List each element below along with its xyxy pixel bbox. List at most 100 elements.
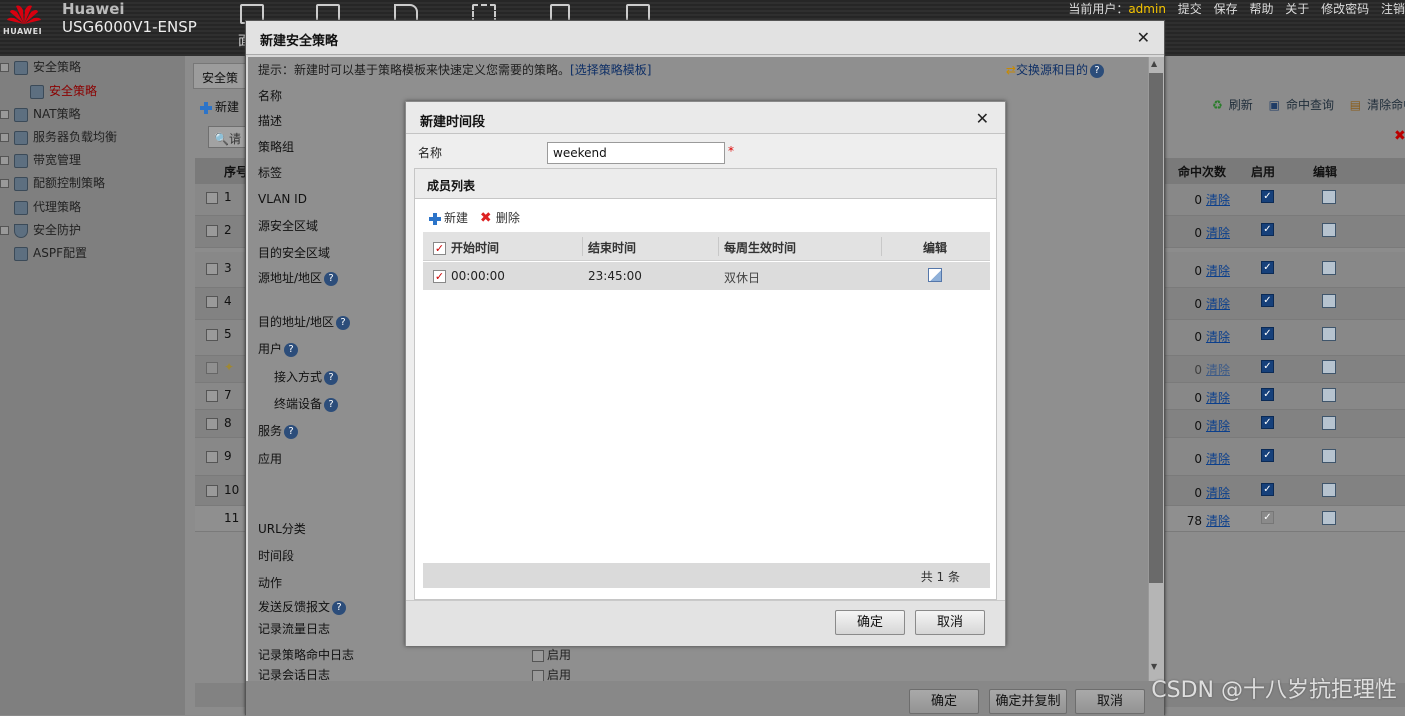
scroll-up-icon[interactable]: ▲ — [1151, 59, 1157, 68]
new-policy-button[interactable]: 新建 — [200, 98, 239, 115]
row-checkbox[interactable] — [206, 191, 218, 204]
edit-icon[interactable] — [1322, 511, 1336, 525]
expand-icon[interactable] — [0, 156, 9, 165]
ok-button[interactable]: 确定 — [835, 610, 905, 635]
time-name-input[interactable]: weekend — [547, 142, 725, 164]
sidebar-item-aspf[interactable]: ASPF配置 — [14, 242, 87, 264]
expand-icon[interactable] — [0, 226, 9, 235]
enabled-checkbox[interactable]: ✓ — [1261, 261, 1274, 274]
row-checkbox[interactable] — [206, 262, 218, 275]
enabled-checkbox[interactable]: ✓ — [1261, 294, 1274, 307]
help-icon[interactable]: ? — [284, 424, 299, 439]
sidebar-item-security-policy-sub[interactable]: 安全策略 — [30, 80, 97, 102]
enable-checkbox[interactable] — [532, 669, 544, 681]
row-checkbox[interactable] — [206, 417, 218, 430]
row-checkbox[interactable] — [206, 224, 218, 237]
clear-hits-link[interactable]: 清除 — [1206, 264, 1230, 278]
clear-hits-link[interactable]: 清除 — [1206, 226, 1230, 240]
clear-hits-link[interactable]: 清除 — [1206, 452, 1230, 466]
enabled-checkbox[interactable]: ✓ — [1261, 223, 1274, 236]
edit-icon[interactable] — [1322, 388, 1336, 402]
collapse-icon[interactable] — [0, 63, 9, 72]
row-checkbox[interactable] — [206, 361, 218, 374]
help-icon[interactable]: ? — [284, 342, 299, 357]
select-all-checkbox[interactable]: ✓ — [433, 242, 446, 255]
edit-icon[interactable] — [1322, 223, 1336, 237]
about-link[interactable]: 关于 — [1285, 2, 1309, 16]
enabled-checkbox[interactable]: ✓ — [1261, 388, 1274, 401]
row-checkbox[interactable]: ✓ — [433, 270, 446, 283]
close-icon[interactable]: ✕ — [1137, 28, 1150, 47]
edit-icon[interactable] — [1322, 483, 1336, 497]
add-member-button[interactable]: 新建 — [429, 211, 468, 225]
sidebar-item-nat[interactable]: NAT策略 — [0, 103, 81, 125]
close-icon[interactable]: ✕ — [976, 109, 989, 128]
sidebar-item-quota[interactable]: 配额控制策略 — [0, 172, 105, 194]
enable-checkbox[interactable] — [532, 649, 544, 662]
help-link[interactable]: 帮助 — [1249, 2, 1273, 16]
tab-security-policy[interactable]: 安全策 — [193, 63, 253, 89]
delete-member-button[interactable]: ✖ 删除 — [472, 211, 520, 225]
row-checkbox[interactable] — [206, 328, 218, 341]
sidebar-item-security-policy[interactable]: 安全策略 — [0, 56, 81, 78]
edit-icon[interactable] — [1322, 190, 1336, 204]
sidebar-item-server-lb[interactable]: 服务器负载均衡 — [0, 126, 117, 148]
help-icon[interactable]: ? — [324, 271, 339, 286]
save-link[interactable]: 保存 — [1214, 2, 1238, 16]
close-filter-icon[interactable]: ✖ — [1394, 128, 1405, 144]
col-hits[interactable]: 命中次数 — [1178, 163, 1226, 180]
row-checkbox[interactable] — [206, 389, 218, 402]
enabled-checkbox[interactable]: ✓ — [1261, 483, 1274, 496]
enabled-checkbox[interactable]: ✓ — [1261, 416, 1274, 429]
select-template-link[interactable]: [选择策略模板] — [570, 63, 651, 77]
help-icon[interactable]: ? — [324, 397, 339, 412]
col-weekly[interactable]: 每周生效时间 — [724, 239, 796, 256]
sidebar-item-protection[interactable]: 安全防护 — [0, 219, 81, 241]
expand-icon[interactable] — [0, 110, 9, 119]
row-checkbox[interactable] — [206, 484, 218, 497]
help-icon[interactable]: ? — [332, 600, 347, 615]
help-icon[interactable]: ? — [336, 315, 351, 330]
search-input[interactable]: 🔍请 — [208, 126, 248, 148]
session-log-enable[interactable]: 启用 — [532, 666, 571, 681]
logout-link[interactable]: 注销 — [1381, 2, 1405, 16]
edit-icon[interactable] — [1322, 416, 1336, 430]
col-enabled[interactable]: 启用 — [1251, 163, 1275, 180]
enabled-checkbox[interactable]: ✓ — [1261, 360, 1274, 373]
ok-copy-button[interactable]: 确定并复制 — [989, 689, 1067, 714]
commit-link[interactable]: 提交 — [1178, 2, 1202, 16]
clear-hits-link[interactable]: 清除 — [1206, 193, 1230, 207]
scrollbar-thumb[interactable] — [1149, 73, 1163, 583]
cancel-button[interactable]: 取消 — [915, 610, 985, 635]
change-password-link[interactable]: 修改密码 — [1321, 2, 1369, 16]
clear-hits-link[interactable]: 清除 — [1206, 486, 1230, 500]
clear-hits-link[interactable]: 清除 — [1206, 419, 1230, 433]
help-icon[interactable]: ? — [1090, 63, 1104, 78]
enabled-checkbox[interactable]: ✓ — [1261, 449, 1274, 462]
hit-query-button[interactable]: ▣ 命中查询 — [1263, 98, 1334, 112]
cancel-button[interactable]: 取消 — [1075, 689, 1145, 714]
clear-hits-link[interactable]: 清除 — [1206, 297, 1230, 311]
sidebar-item-proxy[interactable]: 代理策略 — [14, 196, 81, 218]
help-icon[interactable]: ? — [324, 370, 339, 385]
row-checkbox[interactable] — [206, 450, 218, 463]
expand-icon[interactable] — [0, 133, 9, 142]
expand-icon[interactable] — [0, 179, 9, 188]
refresh-button[interactable]: ♻ 刷新 — [1206, 98, 1253, 112]
clear-hits-link[interactable]: 清除 — [1206, 514, 1230, 528]
swap-src-dst-link[interactable]: ⇄交换源和目的? — [1006, 61, 1104, 78]
edit-icon[interactable] — [1322, 449, 1336, 463]
row-checkbox[interactable] — [206, 295, 218, 308]
clear-hits-button[interactable]: ▤清除命中查 — [1344, 98, 1405, 112]
sidebar-item-bandwidth[interactable]: 带宽管理 — [0, 149, 81, 171]
enabled-checkbox[interactable]: ✓ — [1261, 190, 1274, 203]
col-edit[interactable]: 编辑 — [923, 239, 947, 256]
edit-icon[interactable] — [1322, 360, 1336, 374]
clear-hits-link[interactable]: 清除 — [1206, 363, 1230, 377]
table-row[interactable]: ✓ 00:00:00 23:45:00 双休日 — [423, 262, 990, 290]
edit-icon[interactable] — [1322, 261, 1336, 275]
edit-icon[interactable] — [928, 268, 942, 282]
hit-log-enable[interactable]: 启用 — [532, 646, 571, 663]
col-start[interactable]: ✓ 开始时间 — [433, 239, 499, 256]
clear-hits-link[interactable]: 清除 — [1206, 330, 1230, 344]
